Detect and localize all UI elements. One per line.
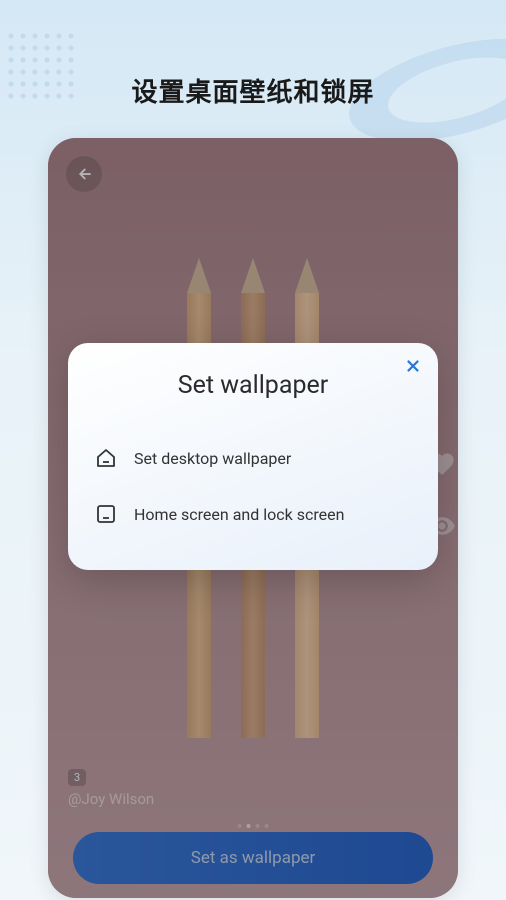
phone-preview-frame: 3 @Joy Wilson Set as wallpaper Set wallp… [48,138,458,898]
screen-icon [94,502,118,526]
option-desktop-wallpaper[interactable]: Set desktop wallpaper [90,430,416,486]
option-label: Home screen and lock screen [134,505,344,524]
page-title: 设置桌面壁纸和锁屏 [0,72,506,109]
dialog-title: Set wallpaper [90,371,416,400]
set-wallpaper-dialog: Set wallpaper Set desktop wallpaper Home… [68,343,438,570]
close-icon [404,357,422,375]
option-label: Set desktop wallpaper [134,449,291,468]
home-icon [94,446,118,470]
option-home-and-lock-screen[interactable]: Home screen and lock screen [90,486,416,542]
dialog-close-button[interactable] [404,357,422,379]
